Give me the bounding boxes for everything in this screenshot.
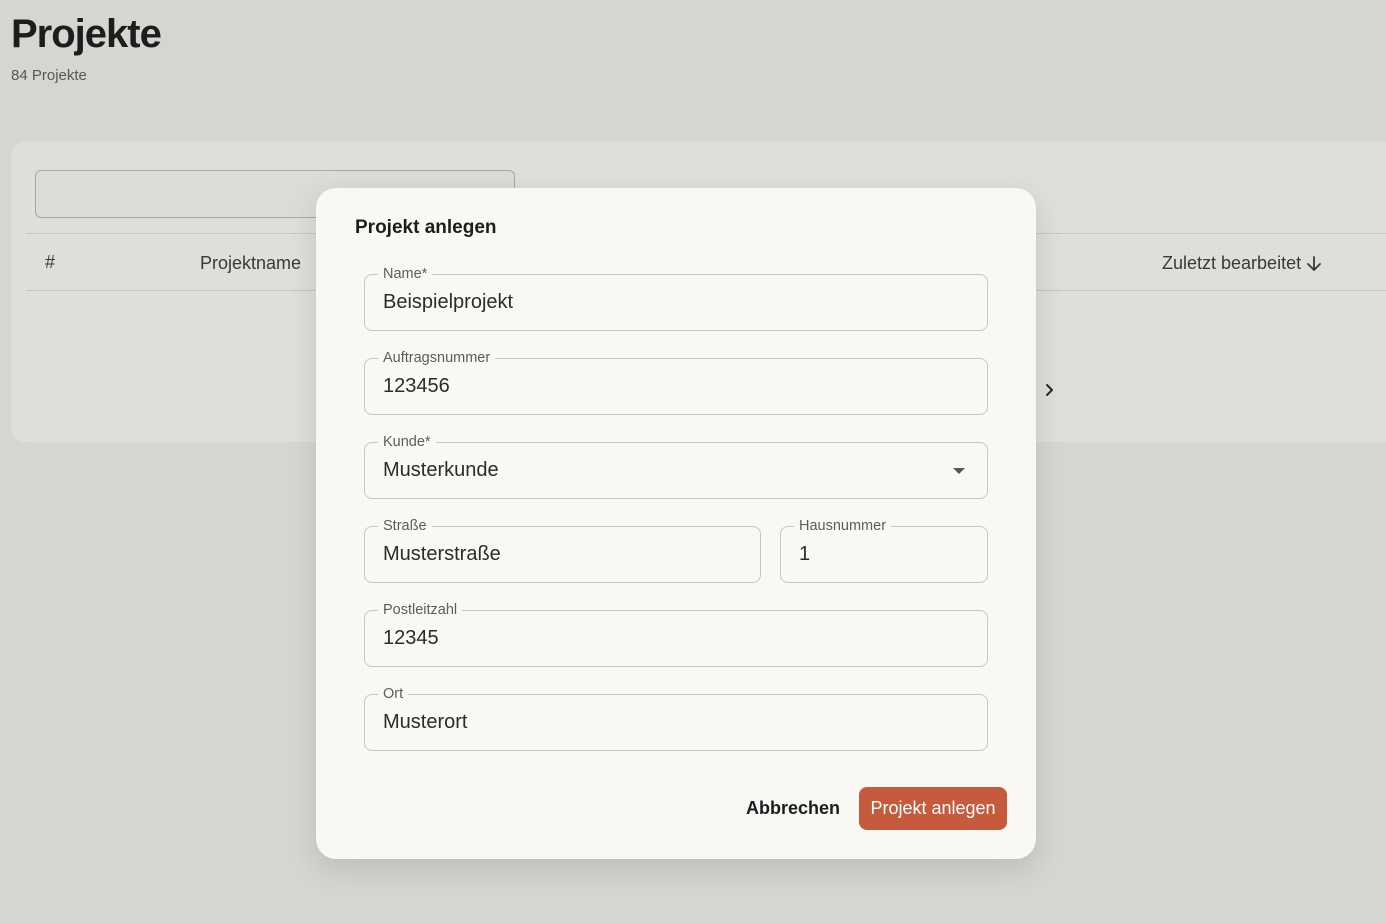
name-input[interactable] (383, 275, 969, 330)
column-last-updated[interactable]: Zuletzt bearbeitet (1162, 253, 1323, 274)
customer-value: Musterkunde (383, 459, 499, 481)
page-subtitle: 84 Projekte (11, 67, 87, 84)
column-project-name[interactable]: Projektname (200, 253, 301, 274)
house-number-field[interactable]: Hausnummer (780, 517, 988, 583)
customer-select[interactable]: Kunde* Musterkunde (364, 433, 988, 499)
postal-code-input[interactable] (383, 611, 969, 666)
create-project-dialog: Projekt anlegen Name* Auftragsnummer Kun… (316, 188, 1036, 859)
arrow-down-icon (1307, 255, 1321, 271)
name-field[interactable]: Name* (364, 265, 988, 331)
column-number[interactable]: # (45, 252, 55, 273)
next-page-button[interactable] (1041, 378, 1059, 402)
create-project-button[interactable]: Projekt anlegen (859, 787, 1007, 830)
chevron-right-icon (1046, 384, 1053, 396)
postal-code-field[interactable]: Postleitzahl (364, 601, 988, 667)
chevron-down-icon[interactable] (953, 468, 965, 474)
cancel-button[interactable]: Abbrechen (737, 787, 849, 830)
order-number-input[interactable] (383, 359, 969, 414)
column-last-updated-label: Zuletzt bearbeitet (1162, 253, 1302, 273)
city-input[interactable] (383, 695, 969, 750)
order-number-field[interactable]: Auftragsnummer (364, 349, 988, 415)
street-field[interactable]: Straße (364, 517, 761, 583)
street-input[interactable] (383, 527, 742, 582)
page-title: Projekte (11, 12, 162, 56)
house-number-input[interactable] (799, 527, 969, 582)
customer-label: Kunde* (378, 433, 436, 451)
city-field[interactable]: Ort (364, 685, 988, 751)
dialog-title: Projekt anlegen (355, 217, 497, 238)
